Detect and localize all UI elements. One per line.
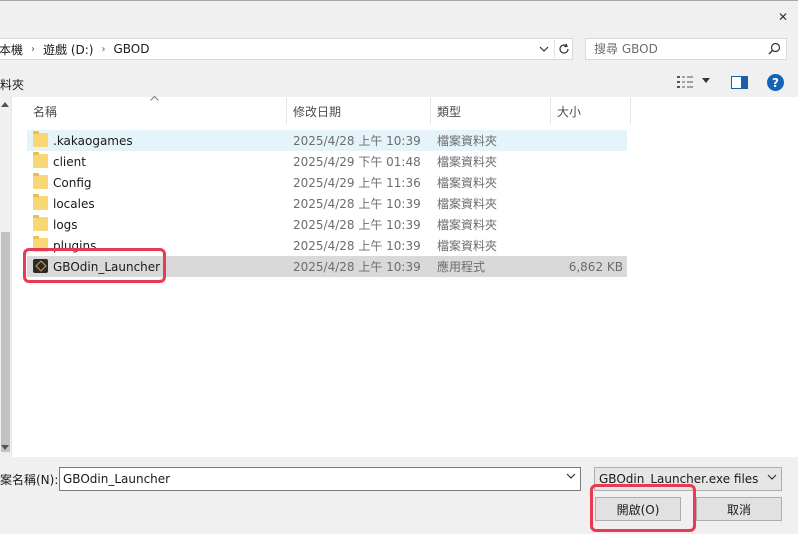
file-date: 2025/4/28 上午 10:39 <box>293 218 421 232</box>
file-name: logs <box>53 217 78 232</box>
column-header-type[interactable]: 類型 <box>437 98 461 124</box>
file-row-kakaogames[interactable]: .kakaogames 2025/4/28 上午 10:39 檔案資料夾 <box>27 130 627 151</box>
file-type: 檔案資料夾 <box>437 218 498 232</box>
file-name: client <box>53 154 86 169</box>
search-box[interactable] <box>585 38 787 60</box>
file-size <box>537 235 623 256</box>
chevron-down-icon <box>539 46 549 52</box>
close-icon: ✕ <box>777 10 789 24</box>
file-date: 2025/4/28 上午 10:39 <box>293 134 421 148</box>
address-bar[interactable]: 本機 › 遊戲 (D:) › GBOD <box>0 38 573 60</box>
breadcrumb-item-folder[interactable]: GBOD <box>113 42 149 56</box>
breadcrumb-separator[interactable]: › <box>31 44 35 55</box>
column-header-date[interactable]: 修改日期 <box>293 98 341 124</box>
filename-field[interactable] <box>59 467 581 491</box>
file-size <box>537 130 623 151</box>
cancel-button-label: 取消 <box>726 502 751 517</box>
file-type: 檔案資料夾 <box>437 155 498 169</box>
highlight-box-open <box>590 484 696 532</box>
breadcrumb-separator[interactable]: › <box>101 44 105 55</box>
file-date: 2025/4/29 上午 11:36 <box>293 176 421 190</box>
help-icon[interactable]: ? <box>767 74 784 91</box>
folder-icon <box>33 215 48 231</box>
file-type: 檔案資料夾 <box>437 176 498 190</box>
file-type: 檔案資料夾 <box>437 134 498 148</box>
folder-icon <box>33 152 48 168</box>
file-name: Config <box>53 175 92 190</box>
file-type: 檔案資料夾 <box>437 197 498 211</box>
close-button[interactable]: ✕ <box>770 4 796 30</box>
window-top-border <box>0 0 798 1</box>
column-header-size[interactable]: 大小 <box>557 98 581 124</box>
folder-icon <box>33 173 48 189</box>
scroll-up-icon[interactable] <box>1 100 9 110</box>
filename-input[interactable] <box>63 469 553 489</box>
filetype-dropdown[interactable] <box>767 473 777 483</box>
column-divider[interactable] <box>550 98 551 124</box>
file-row-config[interactable]: Config 2025/4/29 上午 11:36 檔案資料夾 <box>27 172 627 193</box>
file-size <box>537 193 623 214</box>
breadcrumb-item-drive[interactable]: 遊戲 (D:) <box>43 41 93 58</box>
column-divider[interactable] <box>430 98 431 124</box>
caret-down-icon <box>702 78 710 83</box>
sort-ascending-icon <box>150 94 159 104</box>
column-header-name[interactable]: 名稱 <box>33 98 57 124</box>
file-name: locales <box>53 196 95 211</box>
folder-icon <box>33 194 48 210</box>
column-divider[interactable] <box>630 98 631 124</box>
highlight-box-launcher <box>23 248 166 283</box>
file-date: 2025/4/28 上午 10:39 <box>293 239 421 253</box>
file-date: 2025/4/29 下午 01:48 <box>293 155 421 169</box>
filename-dropdown[interactable] <box>566 472 576 482</box>
cancel-button[interactable]: 取消 <box>696 497 782 521</box>
column-divider[interactable] <box>286 98 287 124</box>
refresh-icon <box>559 43 569 54</box>
file-row-logs[interactable]: logs 2025/4/28 上午 10:39 檔案資料夾 <box>27 214 627 235</box>
file-size: 6,862 KB <box>568 259 623 274</box>
file-row-locales[interactable]: locales 2025/4/28 上午 10:39 檔案資料夾 <box>27 193 627 214</box>
pane-divider <box>11 97 12 457</box>
file-type: 應用程式 <box>437 260 486 274</box>
breadcrumb: 本機 › 遊戲 (D:) › GBOD <box>0 41 150 58</box>
file-type: 檔案資料夾 <box>437 239 498 253</box>
filename-label: 案名稱(N): <box>0 473 59 487</box>
breadcrumb-item-this-pc[interactable]: 本機 <box>0 41 23 58</box>
search-icon[interactable] <box>768 42 781 55</box>
chevron-down-icon <box>767 474 777 480</box>
chevron-down-icon <box>566 473 576 479</box>
scroll-down-icon[interactable] <box>1 443 9 453</box>
file-date: 2025/4/28 上午 10:39 <box>293 260 421 274</box>
folder-icon <box>33 131 48 147</box>
new-folder-button[interactable]: 料夾 <box>0 76 24 93</box>
address-history-button[interactable] <box>536 40 552 58</box>
file-size <box>537 172 623 193</box>
file-name: .kakaogames <box>53 133 133 148</box>
view-options-dropdown[interactable] <box>702 76 710 86</box>
file-size <box>537 151 623 172</box>
file-date: 2025/4/28 上午 10:39 <box>293 197 421 211</box>
file-size <box>537 214 623 235</box>
search-input[interactable] <box>594 40 759 58</box>
preview-pane-icon[interactable] <box>731 76 748 89</box>
file-row-client[interactable]: client 2025/4/29 下午 01:48 檔案資料夾 <box>27 151 627 172</box>
scrollbar-thumb[interactable] <box>1 232 10 452</box>
view-options-icon[interactable] <box>676 74 694 90</box>
refresh-button[interactable] <box>554 40 573 58</box>
